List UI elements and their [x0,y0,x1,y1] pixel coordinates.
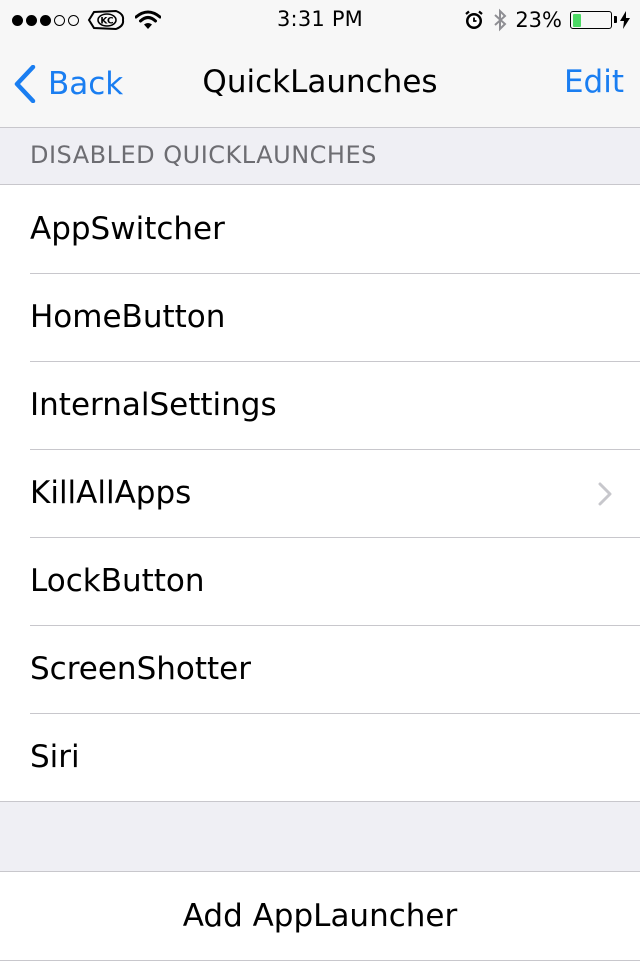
list-item-label: InternalSettings [30,387,277,423]
alarm-clock-icon [465,10,484,29]
list-item-label: ScreenShotter [30,651,251,687]
list-item-label: HomeButton [30,299,226,335]
battery-level-fill [572,13,581,27]
charging-bolt-icon [620,11,630,29]
list-item[interactable]: LockButton [0,537,640,625]
list-item[interactable]: HomeButton [0,273,640,361]
status-right: 23% [463,6,630,34]
navigation-bar: Back QuickLaunches Edit [0,40,640,128]
add-applauncher-label: Add AppLauncher [182,898,458,934]
battery-icon [570,11,617,29]
list-item-label: Siri [30,739,80,775]
add-applauncher-button[interactable]: Add AppLauncher [0,871,640,961]
chevron-right-icon [598,482,612,506]
list-item[interactable]: InternalSettings [0,361,640,449]
status-bar: KC 3:31 PM 23% [0,0,640,40]
battery-percent: 23% [515,8,562,32]
disabled-quicklaunches-list: AppSwitcher HomeButton InternalSettings … [0,184,640,802]
list-item[interactable]: Siri [0,713,640,801]
list-item-label: LockButton [30,563,205,599]
list-item-label: AppSwitcher [30,211,225,247]
bluetooth-icon [494,8,507,32]
list-item[interactable]: KillAllApps [0,449,640,537]
list-item-label: KillAllApps [30,475,192,511]
page-title: QuickLaunches [202,64,438,100]
section-header: DISABLED QUICKLAUNCHES [30,141,377,169]
list-item[interactable]: AppSwitcher [0,185,640,273]
edit-button[interactable]: Edit [564,64,624,100]
list-item[interactable]: ScreenShotter [0,625,640,713]
